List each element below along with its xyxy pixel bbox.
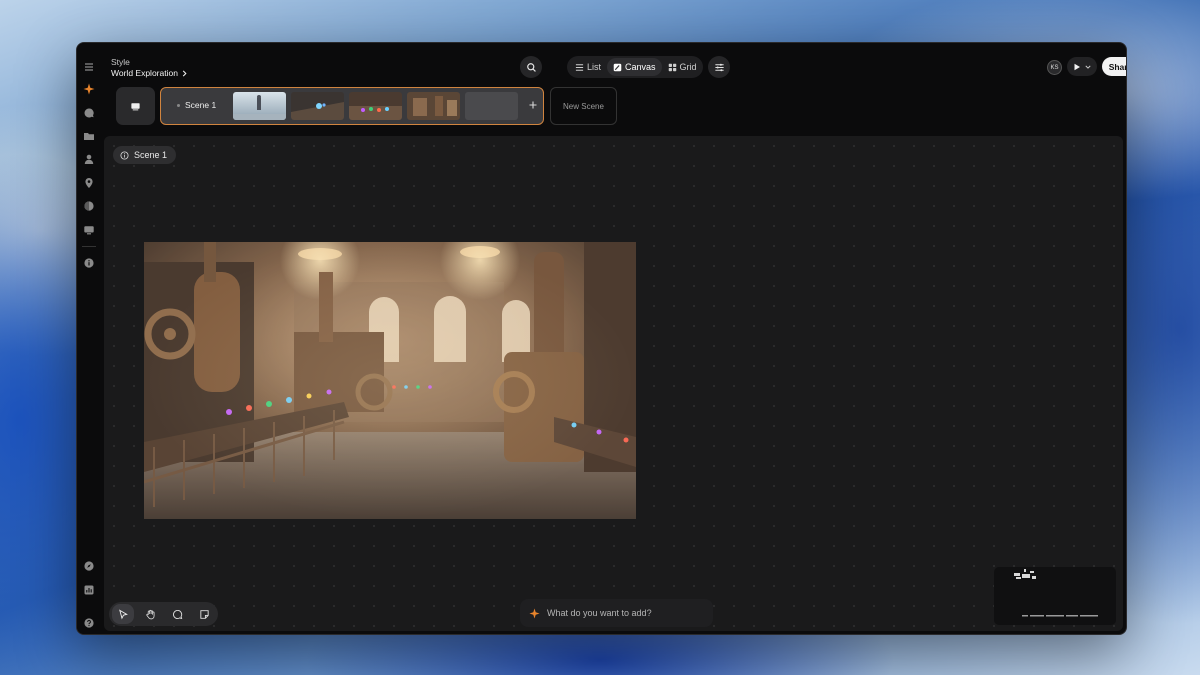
analytics-icon[interactable] — [83, 584, 95, 596]
shot-thumbnail[interactable] — [233, 92, 286, 120]
sparkle-logo-icon[interactable] — [83, 83, 95, 95]
shot-thumbnail[interactable] — [407, 92, 460, 120]
prompt-placeholder: What do you want to add? — [547, 608, 652, 618]
shot-thumbnail[interactable] — [349, 92, 402, 120]
tab-list-label: List — [587, 62, 602, 72]
rail-divider — [82, 246, 96, 247]
info-icon — [120, 150, 129, 160]
tab-list[interactable]: List — [569, 58, 607, 76]
comment-bubble-icon — [172, 609, 182, 619]
app-window: Style World Exploration List Canvas Grid — [76, 42, 1127, 635]
cursor-arrow-icon — [118, 608, 128, 619]
canvas-icon — [613, 63, 622, 71]
tab-canvas[interactable]: Canvas — [607, 58, 662, 76]
minimap[interactable] — [994, 567, 1116, 625]
new-scene-button[interactable]: New Scene — [550, 87, 617, 125]
help-icon[interactable] — [83, 617, 95, 629]
palette-icon[interactable] — [83, 200, 95, 212]
shot-thumbnail-empty[interactable] — [465, 92, 518, 120]
left-rail — [77, 43, 101, 634]
grid-icon — [668, 63, 676, 71]
search-button[interactable] — [520, 56, 542, 78]
pan-tool-button[interactable] — [139, 604, 161, 624]
tab-grid[interactable]: Grid — [662, 58, 703, 76]
shot-thumbnail-image — [291, 92, 344, 120]
folder-icon[interactable] — [83, 130, 95, 142]
minimap-preview — [1014, 569, 1098, 617]
project-title-button[interactable]: World Exploration — [111, 68, 188, 78]
canvas[interactable]: Scene 1 What do you want to add? — [104, 136, 1123, 631]
compass-icon[interactable] — [83, 560, 95, 572]
sliders-icon — [714, 63, 724, 71]
screen-icon[interactable] — [83, 224, 95, 236]
drag-handle-icon[interactable] — [177, 103, 180, 107]
prompt-input[interactable]: What do you want to add? — [520, 599, 713, 627]
play-button[interactable] — [1067, 57, 1097, 76]
scene-image-steampunk-factory[interactable] — [144, 242, 636, 519]
canvas-toolbar — [109, 602, 218, 626]
info-icon[interactable] — [83, 257, 95, 269]
scene-chip[interactable]: Scene 1 — [113, 146, 177, 164]
frame-icon — [131, 102, 140, 110]
shot-thumbnail[interactable] — [291, 92, 344, 120]
top-bar: Style World Exploration List Canvas Grid — [101, 43, 1126, 87]
chat-icon[interactable] — [83, 107, 95, 119]
user-avatar[interactable]: KS — [1047, 60, 1062, 75]
shot-thumbnail-image — [349, 92, 402, 120]
tab-canvas-label: Canvas — [625, 62, 656, 72]
menu-icon[interactable] — [83, 61, 95, 73]
search-icon — [526, 62, 536, 72]
scene-strip-selected[interactable]: Scene 1 — [160, 87, 544, 125]
user-icon[interactable] — [83, 153, 95, 165]
add-shot-icon[interactable] — [528, 100, 538, 110]
note-tool-button[interactable] — [193, 604, 215, 624]
share-button[interactable]: Share — [1102, 57, 1126, 76]
scene-chip-label: Scene 1 — [134, 150, 168, 160]
section-label: Style — [111, 57, 130, 67]
comment-tool-button[interactable] — [166, 604, 188, 624]
play-icon — [1074, 63, 1080, 70]
tab-grid-label: Grid — [679, 62, 697, 72]
sticky-note-icon — [199, 609, 209, 619]
project-title: World Exploration — [111, 68, 178, 78]
shot-thumbnail-image — [407, 92, 460, 120]
filter-settings-button[interactable] — [708, 56, 730, 78]
storyboard-toggle-button[interactable] — [116, 87, 155, 125]
shot-thumbnail-image — [233, 92, 286, 120]
hand-icon — [145, 609, 154, 619]
location-pin-icon[interactable] — [83, 177, 95, 189]
scene-strip-label: Scene 1 — [177, 100, 216, 110]
view-toggle: List Canvas Grid — [567, 56, 703, 78]
scene-image — [144, 242, 636, 519]
chevron-down-icon — [1085, 65, 1091, 69]
chevron-right-icon — [182, 70, 187, 76]
select-tool-button[interactable] — [112, 604, 134, 624]
list-icon — [575, 63, 584, 71]
scene-strip-name: Scene 1 — [185, 100, 217, 110]
sparkle-icon — [529, 607, 540, 619]
